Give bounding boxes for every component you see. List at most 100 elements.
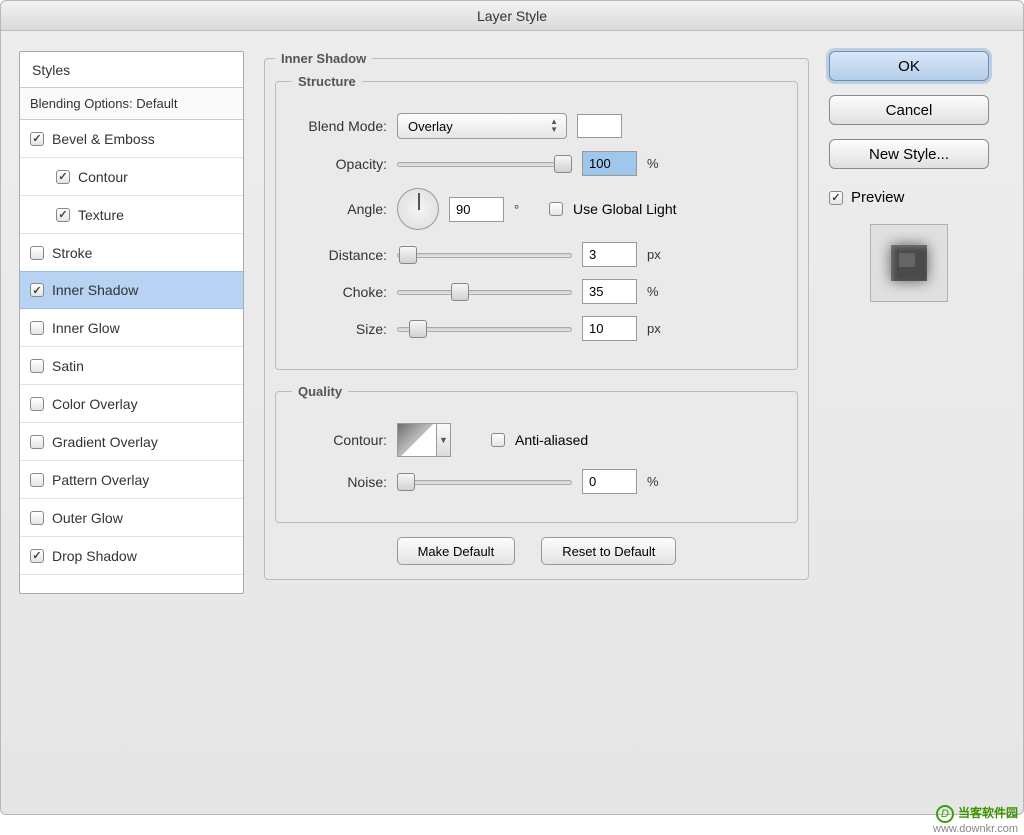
checkbox-icon[interactable] bbox=[30, 511, 44, 525]
reset-to-default-button[interactable]: Reset to Default bbox=[541, 537, 676, 565]
quality-group: Quality Contour: ▼ Anti-aliased Noise: bbox=[275, 384, 798, 523]
watermark-url: www.downkr.com bbox=[933, 823, 1018, 835]
ok-button[interactable]: OK bbox=[829, 51, 989, 81]
quality-legend: Quality bbox=[292, 384, 348, 399]
checkbox-icon[interactable] bbox=[30, 246, 44, 260]
style-item-label: Inner Shadow bbox=[52, 282, 138, 298]
preview-thumbnail bbox=[870, 224, 948, 302]
angle-input[interactable]: 90 bbox=[449, 197, 504, 222]
watermark: D 当客软件园 www.downkr.com bbox=[933, 805, 1018, 835]
settings-panel: Inner Shadow Structure Blend Mode: Overl… bbox=[264, 51, 809, 594]
title-bar: Layer Style bbox=[1, 1, 1023, 31]
noise-input[interactable]: 0 bbox=[582, 469, 637, 494]
panel-title: Inner Shadow bbox=[275, 51, 372, 66]
choke-unit: % bbox=[647, 284, 672, 299]
style-item-stroke[interactable]: Stroke bbox=[20, 234, 243, 272]
anti-aliased-label: Anti-aliased bbox=[515, 432, 588, 448]
blend-mode-label: Blend Mode: bbox=[292, 118, 387, 134]
style-item-label: Gradient Overlay bbox=[52, 434, 158, 450]
blend-mode-value: Overlay bbox=[408, 119, 453, 134]
style-item-color-overlay[interactable]: Color Overlay bbox=[20, 385, 243, 423]
size-slider[interactable] bbox=[397, 320, 572, 338]
choke-input[interactable]: 35 bbox=[582, 279, 637, 304]
preview-inner-icon bbox=[891, 245, 927, 281]
opacity-unit: % bbox=[647, 156, 672, 171]
style-item-gradient-overlay[interactable]: Gradient Overlay bbox=[20, 423, 243, 461]
style-item-label: Bevel & Emboss bbox=[52, 131, 155, 147]
style-item-satin[interactable]: Satin bbox=[20, 347, 243, 385]
choke-label: Choke: bbox=[292, 284, 387, 300]
anti-aliased-checkbox[interactable] bbox=[491, 433, 505, 447]
checkbox-icon[interactable] bbox=[30, 321, 44, 335]
size-label: Size: bbox=[292, 321, 387, 337]
checkbox-icon[interactable] bbox=[30, 435, 44, 449]
checkbox-icon[interactable] bbox=[30, 359, 44, 373]
checkbox-icon[interactable] bbox=[56, 208, 70, 222]
checkbox-icon[interactable] bbox=[30, 473, 44, 487]
style-item-contour[interactable]: Contour bbox=[20, 158, 243, 196]
style-item-label: Contour bbox=[78, 169, 128, 185]
noise-unit: % bbox=[647, 474, 672, 489]
angle-label: Angle: bbox=[292, 201, 387, 217]
noise-slider[interactable] bbox=[397, 473, 572, 491]
preview-label: Preview bbox=[851, 189, 904, 206]
style-item-inner-shadow[interactable]: Inner Shadow bbox=[20, 271, 243, 309]
checkbox-icon[interactable] bbox=[30, 132, 44, 146]
style-item-texture[interactable]: Texture bbox=[20, 196, 243, 234]
style-item-label: Satin bbox=[52, 358, 84, 374]
use-global-light-label: Use Global Light bbox=[573, 201, 677, 217]
cancel-button[interactable]: Cancel bbox=[829, 95, 989, 125]
structure-group: Structure Blend Mode: Overlay ▲▼ Opacity… bbox=[275, 74, 798, 370]
dialog-actions: OK Cancel New Style... Preview bbox=[829, 51, 989, 594]
checkbox-icon[interactable] bbox=[30, 283, 44, 297]
choke-slider[interactable] bbox=[397, 283, 572, 301]
angle-wheel[interactable] bbox=[397, 188, 439, 230]
watermark-logo-icon: D bbox=[936, 805, 954, 823]
structure-legend: Structure bbox=[292, 74, 362, 89]
distance-input[interactable]: 3 bbox=[582, 242, 637, 267]
chevron-down-icon: ▼ bbox=[436, 424, 450, 456]
checkbox-icon[interactable] bbox=[56, 170, 70, 184]
distance-slider[interactable] bbox=[397, 246, 572, 264]
style-item-label: Outer Glow bbox=[52, 510, 123, 526]
contour-label: Contour: bbox=[292, 432, 387, 448]
preview-checkbox[interactable] bbox=[829, 191, 843, 205]
angle-unit: ° bbox=[514, 202, 539, 217]
use-global-light-checkbox[interactable] bbox=[549, 202, 563, 216]
opacity-label: Opacity: bbox=[292, 156, 387, 172]
style-item-label: Drop Shadow bbox=[52, 548, 137, 564]
checkbox-icon[interactable] bbox=[30, 549, 44, 563]
style-item-bevel-emboss[interactable]: Bevel & Emboss bbox=[20, 120, 243, 158]
window-title: Layer Style bbox=[477, 8, 547, 24]
style-item-pattern-overlay[interactable]: Pattern Overlay bbox=[20, 461, 243, 499]
blend-mode-select[interactable]: Overlay ▲▼ bbox=[397, 113, 567, 139]
size-unit: px bbox=[647, 321, 672, 336]
style-item-label: Color Overlay bbox=[52, 396, 138, 412]
style-item-label: Texture bbox=[78, 207, 124, 223]
checkbox-icon[interactable] bbox=[30, 397, 44, 411]
styles-header[interactable]: Styles bbox=[20, 52, 243, 88]
style-item-drop-shadow[interactable]: Drop Shadow bbox=[20, 537, 243, 575]
inner-shadow-group: Inner Shadow Structure Blend Mode: Overl… bbox=[264, 51, 809, 580]
contour-thumb-icon bbox=[398, 424, 436, 456]
contour-picker[interactable]: ▼ bbox=[397, 423, 451, 457]
distance-unit: px bbox=[647, 247, 672, 262]
style-item-outer-glow[interactable]: Outer Glow bbox=[20, 499, 243, 537]
style-item-label: Stroke bbox=[52, 245, 92, 261]
blending-options-row[interactable]: Blending Options: Default bbox=[20, 88, 243, 120]
make-default-button[interactable]: Make Default bbox=[397, 537, 516, 565]
layer-style-dialog: Layer Style Styles Blending Options: Def… bbox=[0, 0, 1024, 815]
style-item-label: Inner Glow bbox=[52, 320, 120, 336]
noise-label: Noise: bbox=[292, 474, 387, 490]
styles-list: Styles Blending Options: Default Bevel &… bbox=[19, 51, 244, 594]
style-item-label: Pattern Overlay bbox=[52, 472, 149, 488]
watermark-text: 当客软件园 bbox=[958, 807, 1018, 820]
chevron-up-down-icon: ▲▼ bbox=[550, 118, 558, 134]
opacity-input[interactable]: 100 bbox=[582, 151, 637, 176]
new-style-button[interactable]: New Style... bbox=[829, 139, 989, 169]
color-swatch[interactable] bbox=[577, 114, 622, 138]
opacity-slider[interactable] bbox=[397, 155, 572, 173]
size-input[interactable]: 10 bbox=[582, 316, 637, 341]
distance-label: Distance: bbox=[292, 247, 387, 263]
style-item-inner-glow[interactable]: Inner Glow bbox=[20, 309, 243, 347]
